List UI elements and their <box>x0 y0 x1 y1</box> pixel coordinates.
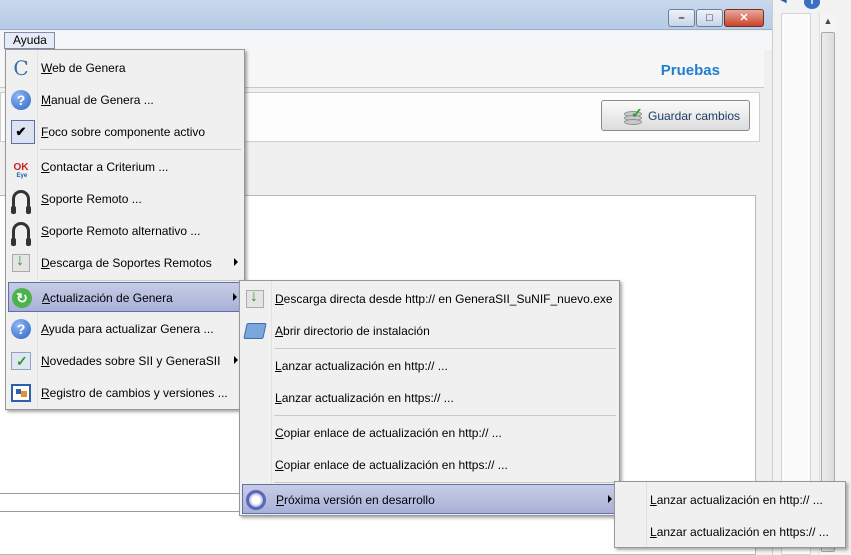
menu-ayuda[interactable]: Ayuda <box>4 32 55 49</box>
save-coins-icon: ✓ <box>624 105 644 125</box>
submenu-arrow-icon <box>608 495 612 503</box>
menu-item-foco[interactable]: ✔ Foco sobre componente activo <box>8 117 242 147</box>
menu-item-label: Foco sobre componente activo <box>41 125 206 139</box>
menu-separator <box>274 415 616 416</box>
folder-icon <box>243 323 267 339</box>
minimize-button[interactable]: – <box>668 9 695 27</box>
download-icon <box>246 288 264 308</box>
dev-version-icon <box>246 490 266 510</box>
arrow-left-icon[interactable]: ◀ <box>779 0 787 5</box>
menu-separator <box>274 348 616 349</box>
menu-item-lanzar-https[interactable]: Lanzar actualización en https:// ... <box>242 383 617 413</box>
menu-item-label: Registro de cambios y versiones ... <box>41 386 228 400</box>
menu-item-label: Contactar a Criterium ... <box>41 160 169 174</box>
menu-item-label: Descarga directa desde http:// en Genera… <box>275 292 613 306</box>
side-panel-box <box>781 13 811 555</box>
menu-item-manual[interactable]: ? Manual de Genera ... <box>8 85 242 115</box>
menu-item-lanzar-http[interactable]: Lanzar actualización en http:// ... <box>242 351 617 381</box>
menu-item-descarga-soportes[interactable]: Descarga de Soportes Remotos <box>8 248 242 278</box>
side-pane: ◀ i ▲ <box>772 0 851 555</box>
info-icon[interactable]: i <box>804 0 820 9</box>
headset-icon <box>11 190 31 214</box>
download-icon <box>12 252 30 272</box>
changelog-icon <box>11 384 31 402</box>
save-button[interactable]: ✓ Guardar cambios <box>601 100 750 131</box>
divider <box>0 493 240 494</box>
maximize-icon: □ <box>706 11 713 24</box>
news-icon <box>11 352 31 370</box>
page-title: Pruebas <box>660 62 720 79</box>
menu-item-contactar[interactable]: OK Contactar a Criterium ... <box>8 152 242 182</box>
menu-item-registro-cambios[interactable]: Registro de cambios y versiones ... <box>8 378 242 408</box>
maximize-button[interactable]: □ <box>696 9 723 27</box>
menu-item-dev-lanzar-https[interactable]: Lanzar actualización en https:// ... <box>617 517 843 547</box>
menu-bar: Ayuda <box>0 31 772 50</box>
menu-item-soporte-remoto[interactable]: Soporte Remoto ... <box>8 184 242 214</box>
menu-item-label: Actualización de Genera <box>42 291 173 305</box>
checkmark-icon: ✔ <box>15 124 27 139</box>
help-icon: ? <box>11 319 31 339</box>
scroll-thumb[interactable] <box>821 32 835 552</box>
save-button-label: Guardar cambios <box>648 108 741 123</box>
menu-item-web-genera[interactable]: C Web de Genera <box>8 53 242 83</box>
menu-item-novedades[interactable]: Novedades sobre SII y GeneraSII <box>8 346 242 376</box>
genera-logo-icon: C <box>13 56 29 80</box>
scroll-up-icon[interactable]: ▲ <box>820 13 836 30</box>
menu-item-copiar-https[interactable]: Copiar enlace de actualización en https:… <box>242 450 617 480</box>
window-controls: – □ ✕ <box>668 9 764 27</box>
menu-item-soporte-alternativo[interactable]: Soporte Remoto alternativo ... <box>8 216 242 246</box>
divider <box>0 511 240 512</box>
menu-item-label: Descarga de Soportes Remotos <box>41 256 212 270</box>
help-menu: C Web de Genera ? Manual de Genera ... ✔… <box>5 49 245 410</box>
ok-eye-icon: OK <box>14 162 29 179</box>
submenu-arrow-icon <box>234 356 238 364</box>
update-submenu: Descarga directa desde http:// en Genera… <box>239 280 620 516</box>
menu-item-actualizacion[interactable]: ↻ Actualización de Genera <box>8 282 242 312</box>
menu-separator <box>274 482 616 483</box>
menu-item-label: Novedades sobre SII y GeneraSII <box>41 354 221 368</box>
dev-version-submenu: Lanzar actualización en http:// ... Lanz… <box>614 481 846 548</box>
close-button[interactable]: ✕ <box>724 9 764 27</box>
menu-item-copiar-http[interactable]: Copiar enlace de actualización en http:/… <box>242 418 617 448</box>
menu-item-proxima-version[interactable]: Próxima versión en desarrollo <box>242 484 617 514</box>
menu-item-label: Lanzar actualización en http:// ... <box>650 493 823 507</box>
submenu-arrow-icon <box>234 258 238 266</box>
menu-item-label: Abrir directorio de instalación <box>275 324 430 338</box>
menu-item-label: Lanzar actualización en https:// ... <box>275 391 454 405</box>
headset-icon <box>11 222 31 246</box>
menu-item-label: Web de Genera <box>41 61 126 75</box>
menu-item-label: Soporte Remoto ... <box>41 192 142 206</box>
vertical-scrollbar[interactable]: ▲ <box>819 13 836 555</box>
menu-item-label: Lanzar actualización en http:// ... <box>275 359 448 373</box>
menu-item-label: Soporte Remoto alternativo ... <box>41 224 201 238</box>
menu-item-ayuda-actualizar[interactable]: ? Ayuda para actualizar Genera ... <box>8 314 242 344</box>
title-bar: – □ ✕ <box>0 0 772 30</box>
refresh-icon: ↻ <box>12 288 32 308</box>
menu-item-abrir-directorio[interactable]: Abrir directorio de instalación <box>242 316 617 346</box>
menu-item-label: Lanzar actualización en https:// ... <box>650 525 829 539</box>
menu-item-label: Próxima versión en desarrollo <box>276 493 435 507</box>
menu-separator <box>40 149 241 150</box>
menu-item-label: Manual de Genera ... <box>41 93 154 107</box>
minimize-icon: – <box>678 11 685 24</box>
menu-item-dev-lanzar-http[interactable]: Lanzar actualización en http:// ... <box>617 485 843 515</box>
menu-item-label: Copiar enlace de actualización en http:/… <box>275 426 502 440</box>
menu-item-descarga-directa[interactable]: Descarga directa desde http:// en Genera… <box>242 284 617 314</box>
submenu-arrow-icon <box>233 293 237 301</box>
help-icon: ? <box>11 90 31 110</box>
close-icon: ✕ <box>739 11 749 24</box>
menu-separator <box>40 280 241 281</box>
menu-item-label: Copiar enlace de actualización en https:… <box>275 458 508 472</box>
menu-item-label: Ayuda para actualizar Genera ... <box>41 322 214 336</box>
